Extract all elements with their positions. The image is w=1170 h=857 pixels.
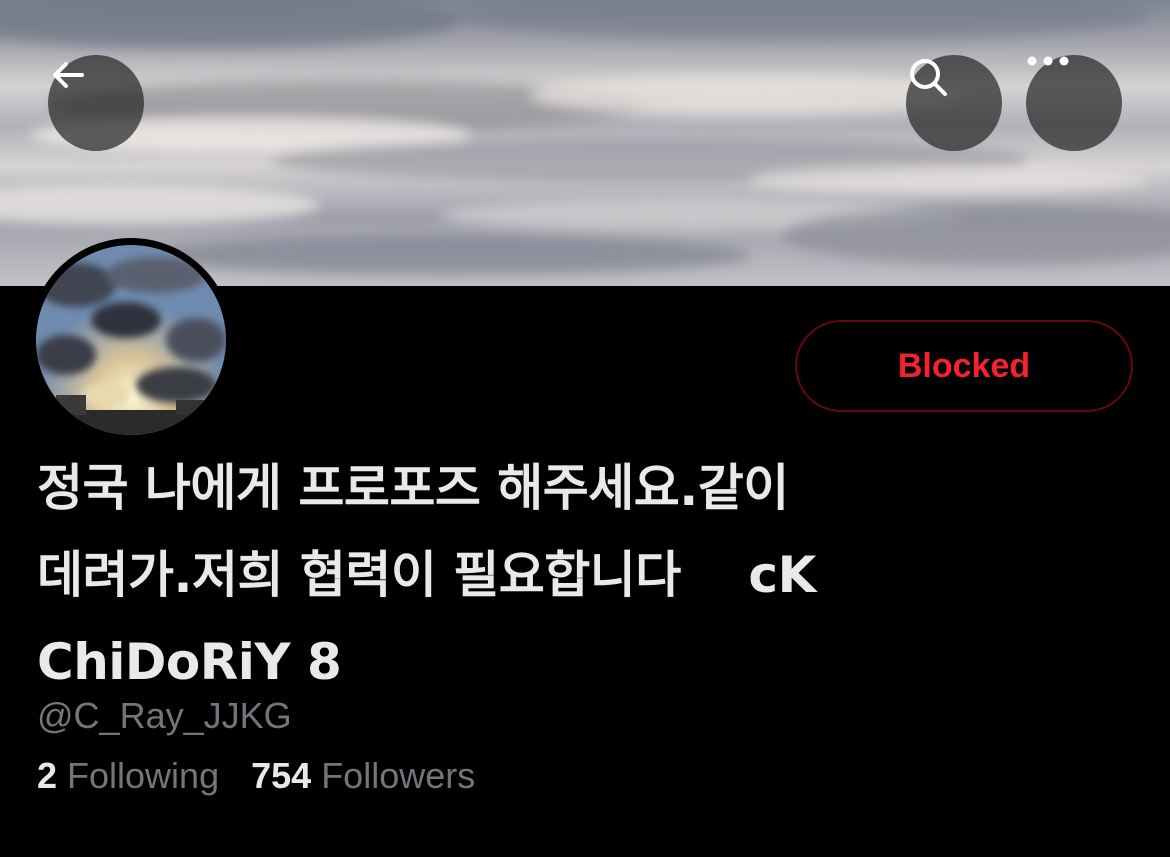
arrow-left-icon bbox=[53, 62, 84, 88]
followers-label: Followers bbox=[321, 755, 476, 796]
search-icon bbox=[910, 59, 947, 96]
followers-count: 754 bbox=[251, 755, 312, 796]
blocked-button[interactable]: Blocked bbox=[795, 320, 1133, 412]
following-link[interactable]: 2 Following bbox=[37, 755, 219, 797]
more-options-button[interactable] bbox=[1026, 55, 1122, 151]
profile-avatar[interactable] bbox=[29, 238, 233, 442]
banner-clouds-image bbox=[0, 0, 1170, 275]
avatar-sky-image bbox=[36, 245, 226, 435]
back-button[interactable] bbox=[48, 55, 144, 151]
following-count: 2 bbox=[37, 755, 58, 796]
display-name: 정국 나에게 프로포즈 해주세요.같이 데려가.저희 협력이 필요합니다 cK … bbox=[37, 459, 816, 691]
more-horizontal-icon bbox=[1027, 56, 1069, 66]
profile-handle: @C_Ray_JJKG bbox=[37, 695, 292, 736]
profile-banner[interactable] bbox=[0, 0, 1170, 286]
follow-stats: 2 Following 754 Followers bbox=[37, 755, 475, 797]
following-label: Following bbox=[67, 755, 220, 796]
search-button[interactable] bbox=[906, 55, 1002, 151]
followers-link[interactable]: 754 Followers bbox=[251, 755, 475, 797]
